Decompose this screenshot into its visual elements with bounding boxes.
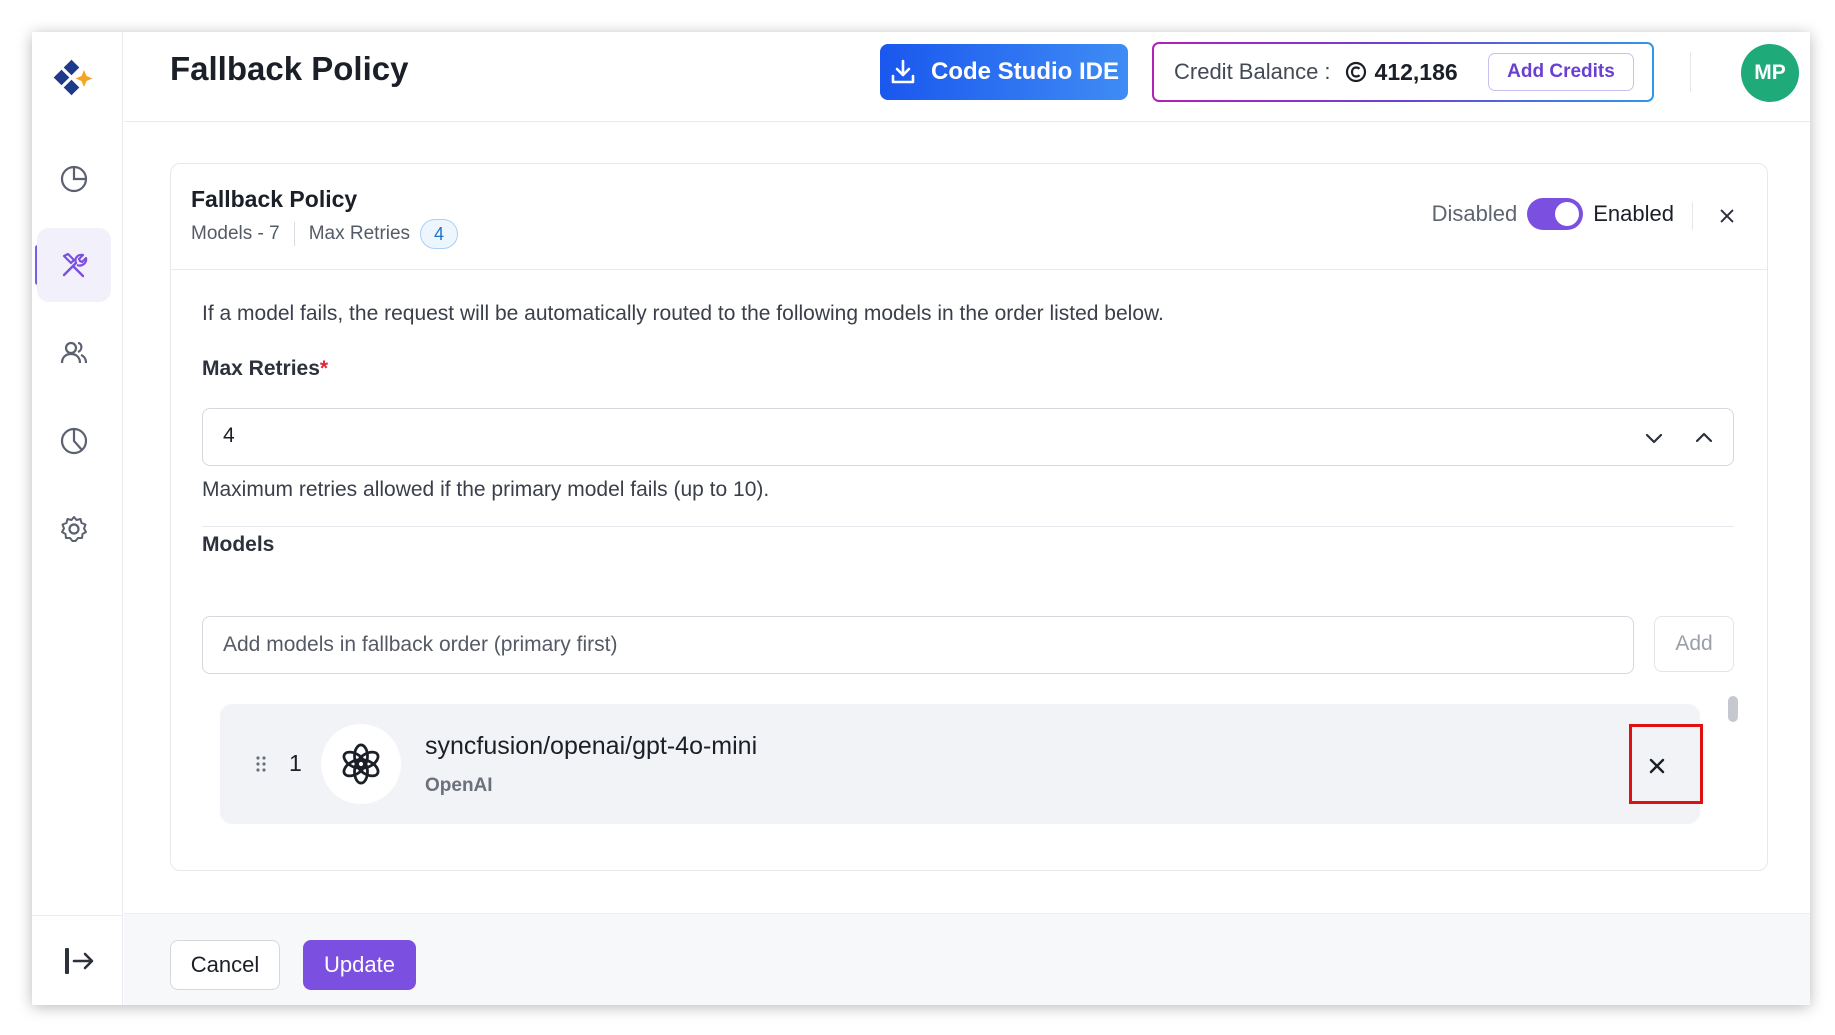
app-window: Fallback Policy Code Studio IDE Credit B… <box>32 32 1810 1005</box>
models-count: Models - 7 <box>191 223 280 244</box>
analytics-icon <box>60 427 88 455</box>
required-mark: * <box>319 357 329 380</box>
max-retries-label-text: Max Retries <box>202 357 320 380</box>
credit-balance-panel: Credit Balance : 412,186 Add Credits <box>1152 42 1654 102</box>
page-title: Fallback Policy <box>170 50 409 87</box>
logo-icon <box>53 59 93 96</box>
download-icon <box>891 59 915 84</box>
top-header: Fallback Policy Code Studio IDE Credit B… <box>124 32 1810 122</box>
remove-model-button[interactable] <box>1633 742 1681 790</box>
drag-handle-icon[interactable] <box>254 754 268 774</box>
toggle-enabled-label: Enabled <box>1593 201 1674 226</box>
code-studio-ide-label: Code Studio IDE <box>931 58 1119 85</box>
user-avatar[interactable]: MP <box>1741 44 1799 102</box>
card-header: Fallback Policy Models - 7 Max Retries 4… <box>171 164 1767 270</box>
card-meta: Models - 7 Max Retries 4 <box>191 219 459 249</box>
max-retries-value: 4 <box>223 424 235 447</box>
chevron-down-icon[interactable] <box>1643 427 1665 449</box>
cancel-button[interactable]: Cancel <box>170 940 280 990</box>
toggle-knob <box>1555 202 1580 226</box>
close-icon <box>1649 758 1665 774</box>
credit-balance-value: 412,186 <box>1374 58 1458 85</box>
section-divider <box>202 526 1734 527</box>
sidebar <box>32 32 123 1005</box>
app-logo[interactable] <box>42 52 102 112</box>
model-list-item: 1 syncfusion/openai/gpt-4o-mini OpenAI <box>220 704 1703 824</box>
models-search-input[interactable] <box>202 616 1634 674</box>
model-name: syncfusion/openai/gpt-4o-mini <box>425 732 758 760</box>
sidebar-item-settings[interactable] <box>37 492 111 566</box>
close-card-button[interactable] <box>1713 202 1741 230</box>
openai-icon <box>342 743 380 785</box>
form-footer: Cancel Update <box>124 913 1810 1005</box>
pie-chart-icon <box>60 165 88 193</box>
main-content: Fallback Policy Models - 7 Max Retries 4… <box>124 123 1810 913</box>
max-retries-hint: Maximum retries allowed if the primary m… <box>202 478 770 501</box>
card-title: Fallback Policy <box>191 186 358 212</box>
sidebar-item-tools[interactable] <box>37 228 111 302</box>
max-retries-select[interactable]: 4 <box>202 408 1734 466</box>
header-vertical-divider <box>1692 202 1693 230</box>
users-icon <box>60 341 88 364</box>
enabled-toggle[interactable] <box>1527 198 1584 230</box>
model-order: 1 <box>289 750 302 776</box>
logout-icon[interactable] <box>60 943 96 979</box>
sidebar-item-analytics[interactable] <box>37 404 111 478</box>
coin-icon <box>1345 61 1366 83</box>
gear-icon <box>61 516 87 542</box>
chevron-up-icon[interactable] <box>1693 427 1715 449</box>
max-retries-label: Max Retries* <box>202 357 328 381</box>
sidebar-item-users[interactable] <box>37 316 111 390</box>
model-provider: OpenAI <box>425 775 493 796</box>
max-retries-meta-label: Max Retries <box>308 223 411 244</box>
policy-description: If a model fails, the request will be au… <box>202 302 1164 325</box>
add-credits-button[interactable]: Add Credits <box>1488 53 1634 91</box>
max-retries-badge: 4 <box>420 219 459 249</box>
meta-separator <box>293 222 295 246</box>
models-scrollbar[interactable] <box>1728 696 1738 722</box>
enable-toggle-group: Disabled Enabled <box>1432 198 1674 230</box>
model-logo <box>321 724 401 804</box>
add-model-button[interactable]: Add <box>1654 616 1734 672</box>
sidebar-footer <box>32 915 123 1005</box>
update-button[interactable]: Update <box>303 940 416 990</box>
fallback-policy-card: Fallback Policy Models - 7 Max Retries 4… <box>170 163 1768 871</box>
tools-icon <box>62 252 88 278</box>
sidebar-item-dashboard[interactable] <box>37 142 111 216</box>
toggle-disabled-label: Disabled <box>1431 201 1518 226</box>
code-studio-ide-button[interactable]: Code Studio IDE <box>880 44 1128 100</box>
credit-balance-label: Credit Balance : <box>1174 59 1331 84</box>
header-divider <box>1690 52 1691 92</box>
close-icon <box>1720 209 1734 223</box>
models-label: Models <box>202 533 275 556</box>
